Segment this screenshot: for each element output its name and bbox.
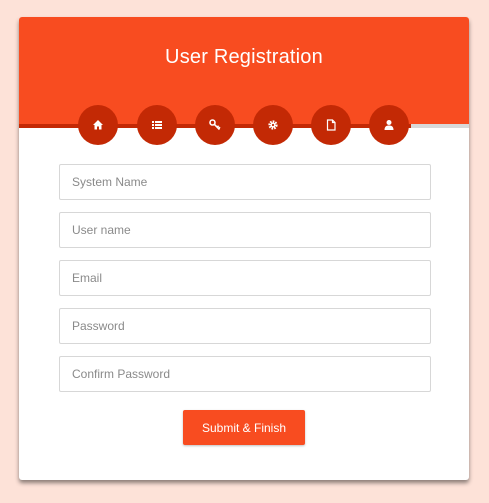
step-settings[interactable] (253, 105, 293, 145)
wizard-steps (19, 105, 469, 145)
key-icon (209, 119, 221, 131)
registration-form (59, 164, 431, 404)
gear-icon (268, 120, 278, 130)
file-icon (326, 119, 336, 131)
step-document[interactable] (311, 105, 351, 145)
registration-card: User Registration System Name User name … (19, 17, 469, 480)
list-icon (152, 121, 162, 129)
username-input[interactable] (59, 212, 431, 248)
step-user[interactable] (369, 105, 409, 145)
step-home[interactable] (78, 105, 118, 145)
email-input[interactable] (59, 260, 431, 296)
submit-finish-button[interactable]: Submit & Finish (183, 410, 305, 445)
password-input[interactable] (59, 308, 431, 344)
step-key[interactable] (195, 105, 235, 145)
confirm-password-input[interactable] (59, 356, 431, 392)
system-name-input[interactable] (59, 164, 431, 200)
user-icon (384, 120, 394, 130)
page-title: User Registration (165, 46, 323, 68)
home-icon (93, 120, 103, 130)
step-list[interactable] (137, 105, 177, 145)
